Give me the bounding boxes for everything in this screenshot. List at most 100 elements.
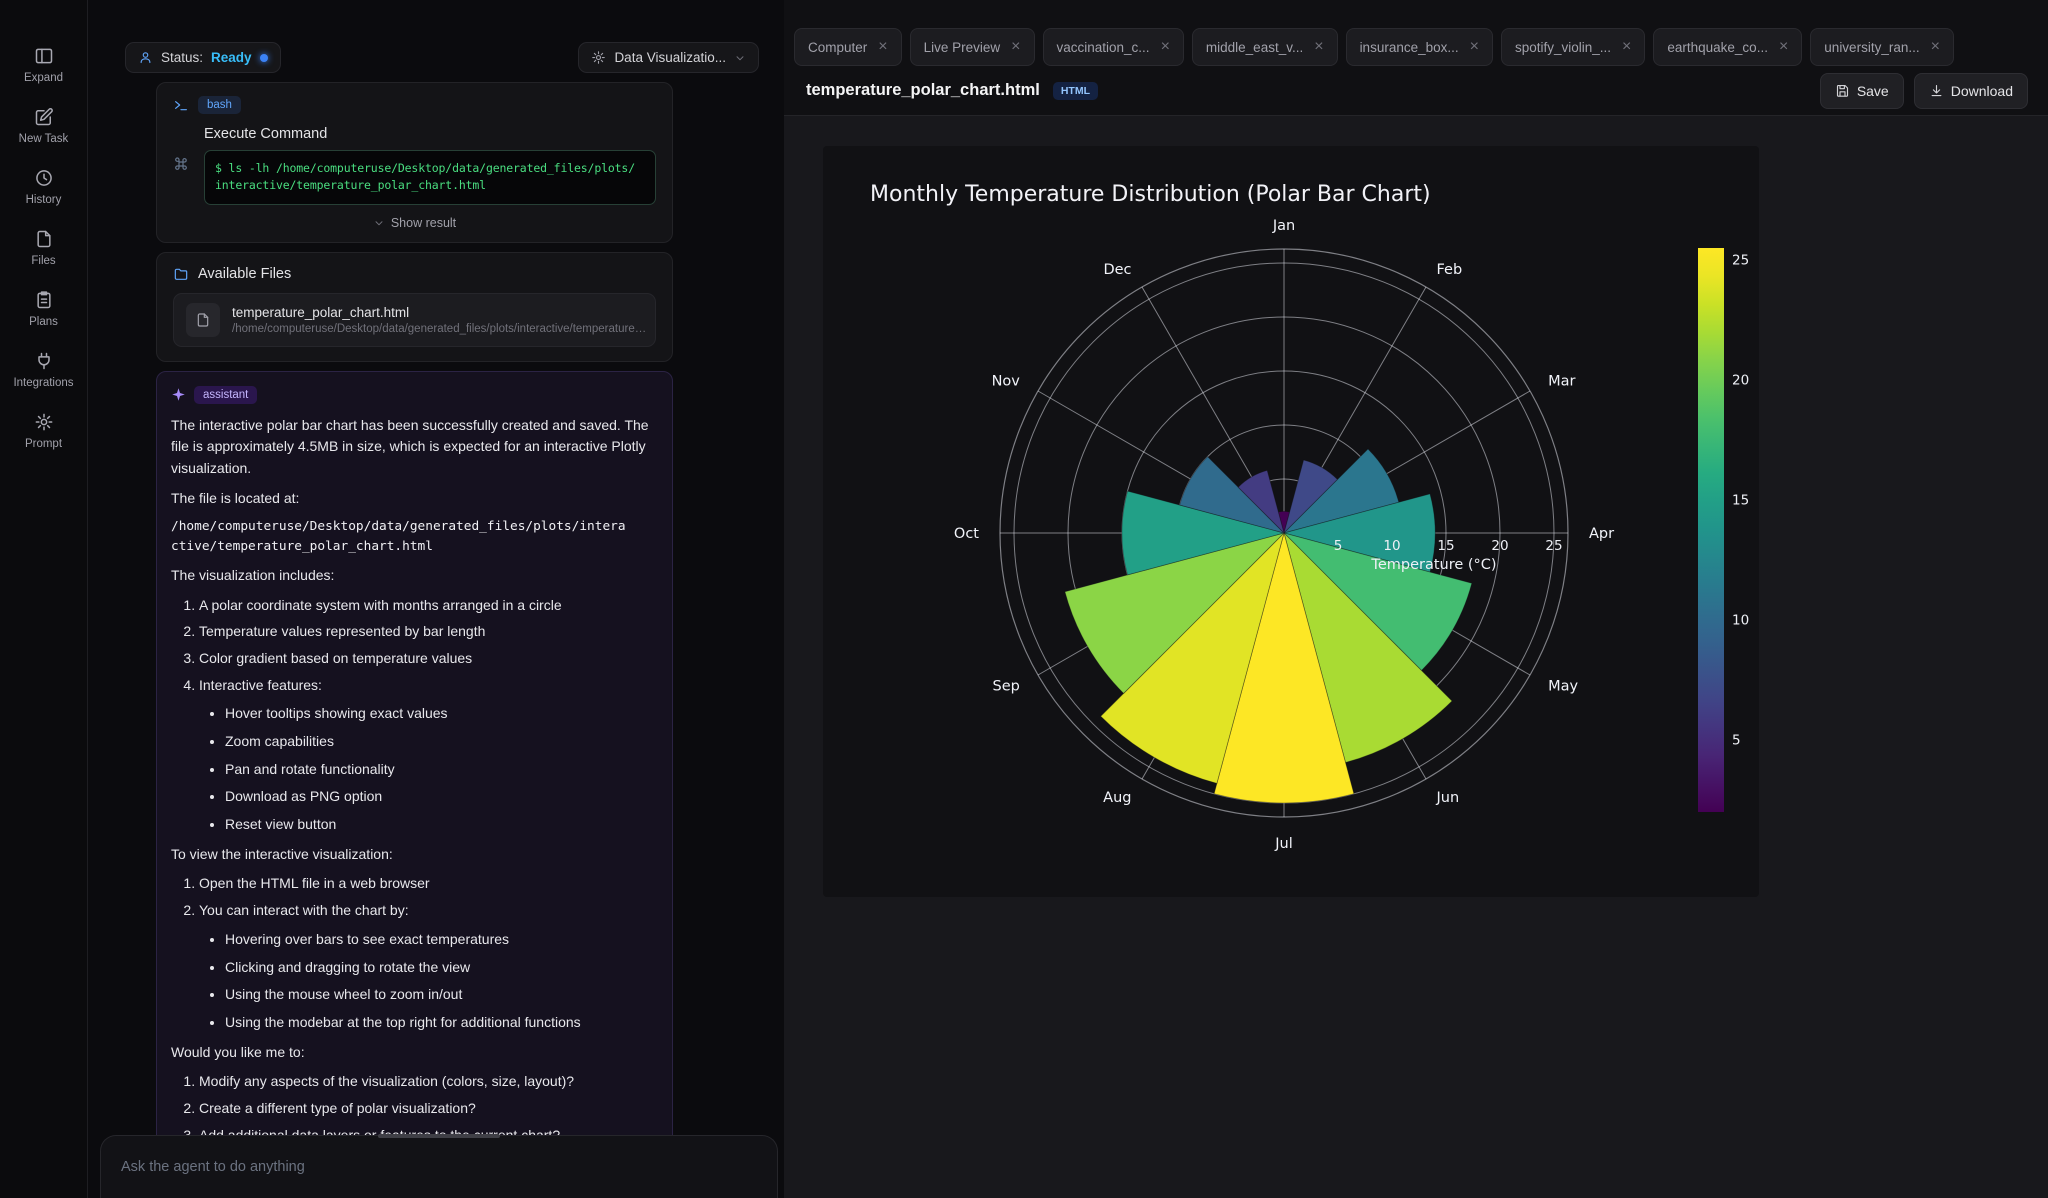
tab-university-ran[interactable]: university_ran...×: [1810, 28, 1954, 66]
paragraph: Would you like me to:: [171, 1042, 654, 1064]
sidebar-item-label: Expand: [24, 72, 63, 84]
chart-card: Monthly Temperature Distribution (Polar …: [823, 146, 1759, 897]
list-item: Create a different type of polar visuali…: [199, 1098, 654, 1120]
chat-input[interactable]: [100, 1135, 778, 1198]
save-button[interactable]: Save: [1820, 73, 1904, 109]
terminal-icon: [173, 97, 189, 113]
download-icon: [1929, 83, 1944, 98]
close-tab-icon[interactable]: ×: [1622, 39, 1631, 55]
list-item: Color gradient based on temperature valu…: [199, 648, 654, 670]
tab-label: vaccination_c...: [1057, 40, 1150, 55]
chart-title: Monthly Temperature Distribution (Polar …: [870, 182, 1431, 207]
tab-label: insurance_box...: [1360, 40, 1459, 55]
agent-selector-label: Data Visualizatio...: [614, 50, 726, 65]
svg-text:25: 25: [1545, 538, 1562, 554]
sidebar-item-label: Files: [31, 255, 55, 267]
paragraph: The visualization includes:: [171, 565, 654, 587]
file-list-item[interactable]: temperature_polar_chart.html /home/compu…: [173, 293, 656, 347]
close-tab-icon[interactable]: ×: [878, 39, 887, 55]
paragraph: To view the interactive visualization:: [171, 844, 654, 866]
list-item: Reset view button: [225, 814, 654, 836]
list-item: Using the mouse wheel to zoom in/out: [225, 984, 654, 1006]
gear-icon: [591, 50, 606, 65]
list-item: Open the HTML file in a web browser: [199, 873, 654, 895]
agent-selector[interactable]: Data Visualizatio...: [578, 42, 759, 73]
tool-title: Execute Command: [204, 126, 656, 142]
sidebar-nav: Expand New Task History Files Plans Integrati…: [0, 0, 87, 450]
svg-text:Aug: Aug: [1103, 790, 1131, 806]
preview-body: Monthly Temperature Distribution (Polar …: [784, 116, 2048, 1198]
chat-messages: bash Execute Command $ ls -lh /home/comp…: [88, 82, 784, 1198]
command-icon: [173, 156, 189, 172]
agent-user-icon: [138, 50, 153, 65]
polar-chart: 510152025Temperature (°C)JanFebMarAprMay…: [823, 146, 1759, 897]
includes-list-continued: Interactive features: Hover tooltips sho…: [171, 675, 654, 836]
close-tab-icon[interactable]: ×: [1931, 39, 1940, 55]
expand-icon: [34, 46, 54, 66]
status-chip: Status: Ready: [125, 42, 281, 73]
save-label: Save: [1857, 83, 1889, 99]
sidebar: Expand New Task History Files Plans Integrati…: [0, 0, 88, 1198]
tab-label: middle_east_v...: [1206, 40, 1303, 55]
list-item: A polar coordinate system with months ar…: [199, 595, 654, 617]
tool-gutter: [173, 150, 204, 205]
svg-text:15: 15: [1437, 538, 1454, 554]
open-file-title: temperature_polar_chart.html: [806, 81, 1040, 100]
chat-panel: Status: Ready Data Visualizatio... bash …: [88, 0, 784, 1198]
sidebar-item-label: Plans: [29, 316, 58, 328]
sidebar-item-integrations[interactable]: Integrations: [0, 351, 87, 389]
download-button[interactable]: Download: [1914, 73, 2028, 109]
list-item: Using the modebar at the top right for a…: [225, 1012, 654, 1034]
list-item: Interactive features: Hover tooltips sho…: [199, 675, 654, 836]
assistant-head: assistant: [171, 386, 654, 404]
svg-text:20: 20: [1491, 538, 1508, 554]
list-item: Hovering over bars to see exact temperat…: [225, 929, 654, 951]
svg-text:Temperature (°C): Temperature (°C): [1370, 557, 1496, 573]
list-item: Temperature values represented by bar le…: [199, 621, 654, 643]
preview-panel: Computer×Live Preview×vaccination_c...×m…: [784, 0, 2048, 1198]
sidebar-item-files[interactable]: Files: [0, 229, 87, 267]
tab-insurance-box[interactable]: insurance_box... ×: [1346, 28, 1493, 66]
sidebar-item-label: Integrations: [13, 377, 73, 389]
file-icon: [186, 303, 220, 337]
features-list: Hover tooltips showing exact valuesZoom …: [199, 703, 654, 835]
plans-icon: [34, 290, 54, 310]
file-path: /home/computeruse/Desktop/data/generated…: [232, 323, 652, 335]
show-result-label: Show result: [391, 216, 456, 230]
files-card-title: Available Files: [198, 266, 291, 282]
show-result-button[interactable]: Show result: [173, 216, 656, 230]
paragraph: The interactive polar bar chart has been…: [171, 415, 654, 480]
svg-text:Feb: Feb: [1437, 262, 1463, 278]
tab-earthquake-co[interactable]: earthquake_co...×: [1653, 28, 1802, 66]
tab-computer[interactable]: Computer ×: [794, 28, 902, 66]
tab-label: Computer: [808, 40, 867, 55]
svg-text:5: 5: [1334, 538, 1343, 554]
assistant-message-body: The interactive polar bar chart has been…: [171, 415, 654, 1198]
svg-text:25: 25: [1732, 253, 1749, 269]
resize-handle[interactable]: [378, 1134, 500, 1138]
file-type-badge: HTML: [1053, 82, 1098, 100]
assistant-message-card: assistant The interactive polar bar char…: [156, 371, 673, 1198]
tab-spotify-violin[interactable]: spotify_violin_... ×: [1501, 28, 1645, 66]
tab-vaccination-c[interactable]: vaccination_c... ×: [1043, 28, 1184, 66]
sidebar-item-history[interactable]: History: [0, 168, 87, 206]
sidebar-item-label: Prompt: [25, 438, 62, 450]
sidebar-item-plans[interactable]: Plans: [0, 290, 87, 328]
sidebar-item-new-task[interactable]: New Task: [0, 107, 87, 145]
tab-middle-east-v[interactable]: middle_east_v... ×: [1192, 28, 1338, 66]
integrations-icon: [34, 351, 54, 371]
tab-live-preview[interactable]: Live Preview×: [910, 28, 1035, 66]
close-tab-icon[interactable]: ×: [1470, 39, 1479, 55]
tab-label: spotify_violin_...: [1515, 40, 1611, 55]
sidebar-item-prompt[interactable]: Prompt: [0, 412, 87, 450]
close-tab-icon[interactable]: ×: [1161, 39, 1170, 55]
close-tab-icon[interactable]: ×: [1314, 39, 1323, 55]
list-item: You can interact with the chart by: Hove…: [199, 900, 654, 1033]
svg-text:Jun: Jun: [1436, 790, 1460, 806]
close-tab-icon[interactable]: ×: [1779, 39, 1788, 55]
sidebar-item-expand[interactable]: Expand: [0, 46, 87, 84]
paragraph: The file is located at:: [171, 488, 654, 510]
list-item: Pan and rotate functionality: [225, 759, 654, 781]
close-tab-icon[interactable]: ×: [1011, 39, 1020, 55]
app-root: Expand New Task History Files Plans Integrati…: [0, 0, 2048, 1198]
